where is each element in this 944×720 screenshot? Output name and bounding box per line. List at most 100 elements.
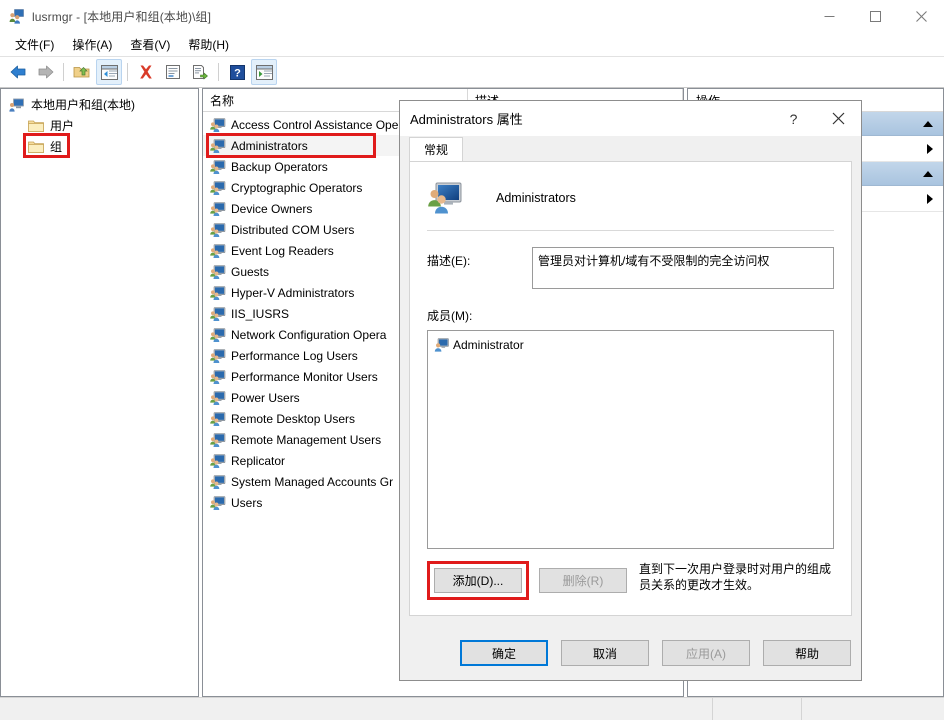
members-note: 直到下一次用户登录时对用户的组成员关系的更改才生效。 bbox=[639, 561, 834, 593]
status-segment-b bbox=[802, 698, 944, 720]
status-segment-a bbox=[713, 698, 802, 720]
group-list-row-label: Event Log Readers bbox=[231, 244, 334, 258]
show-action-pane-icon[interactable] bbox=[251, 59, 277, 85]
close-icon[interactable] bbox=[898, 0, 944, 32]
dialog-body: 常规 bbox=[400, 136, 861, 626]
group-list-row-label: Administrators bbox=[231, 139, 308, 153]
group-list-row-label: System Managed Accounts Gr bbox=[231, 475, 393, 489]
group-list-row-label: Backup Operators bbox=[231, 160, 328, 174]
remove-button: 删除(R) bbox=[539, 568, 627, 593]
group-icon bbox=[210, 328, 226, 342]
toolbar-separator bbox=[218, 63, 219, 81]
folder-icon bbox=[28, 119, 44, 133]
group-list-row-label: Replicator bbox=[231, 454, 285, 468]
group-icon bbox=[210, 223, 226, 237]
help-button[interactable]: 帮助 bbox=[763, 640, 851, 666]
toolbar-separator bbox=[63, 63, 64, 81]
tree-item-groups-label: 组 bbox=[50, 138, 62, 155]
ok-button[interactable]: 确定 bbox=[460, 640, 548, 666]
tree-item-groups[interactable]: 组 bbox=[1, 136, 198, 157]
window-controls bbox=[806, 0, 944, 32]
group-icon bbox=[210, 475, 226, 489]
chevron-right-icon bbox=[927, 144, 933, 154]
tree-root-label: 本地用户和组(本地) bbox=[31, 96, 135, 113]
group-list-row-label: Guests bbox=[231, 265, 269, 279]
dialog-footer: 确定 取消 应用(A) 帮助 bbox=[400, 626, 861, 680]
group-list-row-label: Remote Desktop Users bbox=[231, 412, 355, 426]
description-field-row: 描述(E): 管理员对计算机/域有不受限制的完全访问权 bbox=[427, 247, 834, 289]
dialog-titlebar: Administrators 属性 ? bbox=[400, 101, 861, 136]
group-list-row-label: Performance Log Users bbox=[231, 349, 358, 363]
menu-help[interactable]: 帮助(H) bbox=[179, 33, 238, 56]
group-list-row-label: Power Users bbox=[231, 391, 300, 405]
forward-icon[interactable] bbox=[32, 59, 58, 85]
console-tree-pane: 本地用户和组(本地) 用户 bbox=[0, 88, 199, 697]
up-folder-icon[interactable] bbox=[69, 59, 95, 85]
export-list-icon[interactable] bbox=[187, 59, 213, 85]
tree-root-item[interactable]: 本地用户和组(本地) bbox=[1, 94, 198, 115]
group-icon bbox=[210, 202, 226, 216]
group-list-row-label: Cryptographic Operators bbox=[231, 181, 362, 195]
status-bar bbox=[0, 697, 944, 720]
group-icon bbox=[210, 265, 226, 279]
group-list-row-label: Users bbox=[231, 496, 262, 510]
computer-users-icon bbox=[9, 97, 25, 113]
group-icon bbox=[210, 454, 226, 468]
menu-action[interactable]: 操作(A) bbox=[63, 33, 121, 56]
group-list-row-label: Remote Management Users bbox=[231, 433, 381, 447]
tab-page-general: Administrators 描述(E): 管理员对计算机/域有不受限制的完全访… bbox=[409, 161, 852, 616]
group-list-row-label: Hyper-V Administrators bbox=[231, 286, 354, 300]
members-label: 成员(M): bbox=[427, 307, 834, 324]
apply-button: 应用(A) bbox=[662, 640, 750, 666]
description-label: 描述(E): bbox=[427, 247, 532, 269]
menu-view[interactable]: 查看(V) bbox=[121, 33, 179, 56]
dialog-help-icon[interactable]: ? bbox=[771, 101, 816, 136]
group-list-row-label: Network Configuration Opera bbox=[231, 328, 386, 342]
group-list-row-label: Distributed COM Users bbox=[231, 223, 354, 237]
group-properties-dialog: Administrators 属性 ? 常规 bbox=[399, 100, 862, 681]
svg-text:?: ? bbox=[234, 67, 241, 79]
description-input[interactable]: 管理员对计算机/域有不受限制的完全访问权 bbox=[532, 247, 834, 289]
dialog-close-icon[interactable] bbox=[816, 101, 861, 136]
folder-icon bbox=[28, 140, 44, 154]
chevron-up-icon bbox=[923, 171, 933, 177]
maximize-icon[interactable] bbox=[852, 0, 898, 32]
group-icon bbox=[210, 118, 226, 132]
group-icon bbox=[210, 496, 226, 510]
member-row[interactable]: Administrator bbox=[428, 335, 833, 355]
group-icon bbox=[210, 370, 226, 384]
back-icon[interactable] bbox=[5, 59, 31, 85]
status-message bbox=[0, 698, 713, 720]
group-icon bbox=[210, 391, 226, 405]
tree-item-users-label: 用户 bbox=[50, 117, 74, 134]
console-tree: 本地用户和组(本地) 用户 bbox=[1, 89, 198, 157]
group-icon bbox=[210, 160, 226, 174]
member-row-label: Administrator bbox=[453, 338, 524, 352]
user-icon bbox=[434, 338, 449, 352]
delete-icon[interactable] bbox=[133, 59, 159, 85]
group-icon bbox=[210, 433, 226, 447]
help-icon[interactable]: ? bbox=[224, 59, 250, 85]
group-large-icon bbox=[427, 182, 463, 214]
window-title: lusrmgr - [本地用户和组(本地)\组] bbox=[32, 8, 211, 25]
chevron-right-icon bbox=[927, 194, 933, 204]
tab-general[interactable]: 常规 bbox=[409, 137, 463, 161]
minimize-icon[interactable] bbox=[806, 0, 852, 32]
menu-file[interactable]: 文件(F) bbox=[6, 33, 63, 56]
dialog-title: Administrators 属性 bbox=[400, 109, 523, 128]
group-list-row-label: Device Owners bbox=[231, 202, 312, 216]
dialog-tabstrip: 常规 bbox=[409, 136, 852, 161]
members-listbox[interactable]: Administrator bbox=[427, 330, 834, 549]
menubar: 文件(F) 操作(A) 查看(V) 帮助(H) bbox=[0, 32, 944, 56]
divider bbox=[427, 230, 834, 231]
cancel-button[interactable]: 取消 bbox=[561, 640, 649, 666]
group-name-text: Administrators bbox=[496, 191, 576, 205]
add-button[interactable]: 添加(D)... bbox=[434, 568, 522, 593]
properties-icon[interactable] bbox=[160, 59, 186, 85]
tree-item-users[interactable]: 用户 bbox=[1, 115, 198, 136]
group-list-row-label: Performance Monitor Users bbox=[231, 370, 378, 384]
group-icon bbox=[210, 412, 226, 426]
add-button-highlight-box: 添加(D)... bbox=[427, 561, 529, 600]
toolbar: ? bbox=[0, 56, 944, 88]
show-tree-pane-icon[interactable] bbox=[96, 59, 122, 85]
